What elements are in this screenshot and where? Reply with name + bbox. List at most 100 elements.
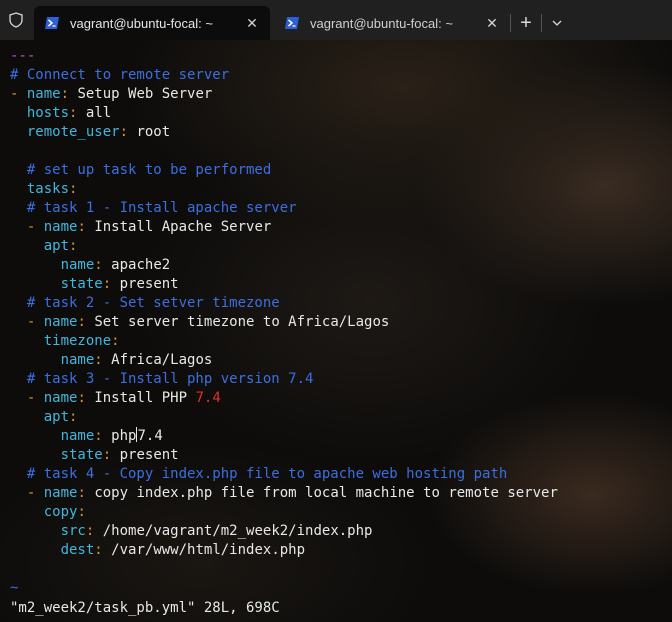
yaml-key: src <box>60 523 86 539</box>
yaml-key: name <box>43 219 78 235</box>
doc-start: --- <box>10 48 36 64</box>
editor-line: # task 4 - Copy index.php file to apache… <box>10 465 558 484</box>
editor-line: # task 1 - Install apache server <box>10 199 558 218</box>
yaml-key: tasks <box>26 181 70 197</box>
yaml-value: Install PHP <box>94 390 196 406</box>
yaml-colon: : <box>77 485 86 501</box>
yaml-key: name <box>26 86 61 102</box>
editor-line: name: apache2 <box>10 256 558 275</box>
editor-line: timezone: <box>10 332 558 351</box>
editor-line: - name: Set server timezone to Africa/La… <box>10 313 558 332</box>
editor-line: # set up task to be performed <box>10 161 558 180</box>
editor-line: apt: <box>10 237 558 256</box>
yaml-key: name <box>60 428 95 444</box>
yaml-value: present <box>119 447 179 463</box>
editor-line: apt: <box>10 408 558 427</box>
editor-lines: --- # Connect to remote server - name: Set… <box>10 47 558 598</box>
editor-line: remote_user: root <box>10 123 558 142</box>
yaml-key: name <box>60 352 95 368</box>
code-comment: # set up task to be performed <box>26 162 272 178</box>
yaml-colon: : <box>69 238 78 254</box>
editor-line: src: /home/vagrant/m2_week2/index.php <box>10 522 558 541</box>
editor-line: state: present <box>10 275 558 294</box>
yaml-value: Install Apache Server <box>94 219 272 235</box>
yaml-colon: : <box>77 504 86 520</box>
yaml-value: Set server timezone to Africa/Lagos <box>94 314 390 330</box>
editor-line: - name: Setup Web Server <box>10 85 558 104</box>
yaml-key: remote_user <box>26 124 120 140</box>
editor-line: copy: <box>10 503 558 522</box>
powershell-icon <box>44 15 60 31</box>
yaml-key: hosts <box>26 105 70 121</box>
yaml-key: name <box>60 257 95 273</box>
list-dash: - <box>26 485 44 501</box>
close-icon[interactable]: ✕ <box>484 15 500 31</box>
code-comment: # task 1 - Install apache server <box>26 200 297 216</box>
tab-active[interactable]: vagrant@ubuntu-focal: ~ ✕ <box>34 6 270 40</box>
yaml-colon: : <box>111 333 120 349</box>
yaml-key: apt <box>43 238 70 254</box>
yaml-colon: : <box>94 428 103 444</box>
yaml-value: Africa/Lagos <box>111 352 213 368</box>
chevron-down-icon[interactable] <box>542 6 572 40</box>
yaml-value: apache2 <box>111 257 171 273</box>
yaml-colon: : <box>77 314 86 330</box>
yaml-value: /var/www/html/index.php <box>111 542 306 558</box>
editor-line: - name: Install Apache Server <box>10 218 558 237</box>
editor-line: - name: copy index.php file from local m… <box>10 484 558 503</box>
tab-inactive[interactable]: vagrant@ubuntu-focal: ~ ✕ <box>274 6 510 40</box>
list-dash: - <box>10 86 27 102</box>
terminal-area[interactable]: --- # Connect to remote server - name: Set… <box>0 40 672 622</box>
plus-icon[interactable]: + <box>511 6 541 40</box>
yaml-number: 7.4 <box>195 390 221 406</box>
yaml-key: name <box>43 390 78 406</box>
yaml-value: Setup Web Server <box>77 86 213 102</box>
code-comment: # task 2 - Set setver timezone <box>26 295 280 311</box>
close-icon[interactable]: ✕ <box>244 15 260 31</box>
shield-icon[interactable] <box>0 0 32 40</box>
yaml-colon: : <box>94 542 103 558</box>
yaml-key: state <box>60 447 103 463</box>
editor-line: # Connect to remote server <box>10 66 558 85</box>
powershell-icon <box>284 15 300 31</box>
status-line: "m2_week2/task_pb.yml" 28L, 698C <box>10 600 280 616</box>
yaml-key: copy <box>43 504 78 520</box>
yaml-key: name <box>43 485 78 501</box>
yaml-value: /home/vagrant/m2_week2/index.php <box>102 523 373 539</box>
yaml-value: root <box>136 124 171 140</box>
list-dash: - <box>26 390 44 406</box>
editor-line: # task 3 - Install php version 7.4 <box>10 370 558 389</box>
yaml-colon: : <box>102 447 112 463</box>
title-bar: vagrant@ubuntu-focal: ~ ✕ vagrant@ubuntu… <box>0 0 672 40</box>
editor-line: ~ <box>10 579 558 598</box>
empty-line-marker: ~ <box>10 580 19 596</box>
editor-line: name: php7.4 <box>10 427 558 446</box>
editor-line: --- <box>10 47 558 66</box>
yaml-colon: : <box>69 409 78 425</box>
yaml-key: state <box>60 276 103 292</box>
yaml-value: 7.4 <box>137 428 163 444</box>
list-dash: - <box>26 314 44 330</box>
yaml-colon: : <box>60 86 70 102</box>
yaml-value: all <box>85 105 112 121</box>
code-comment: # Connect to remote server <box>10 67 230 83</box>
